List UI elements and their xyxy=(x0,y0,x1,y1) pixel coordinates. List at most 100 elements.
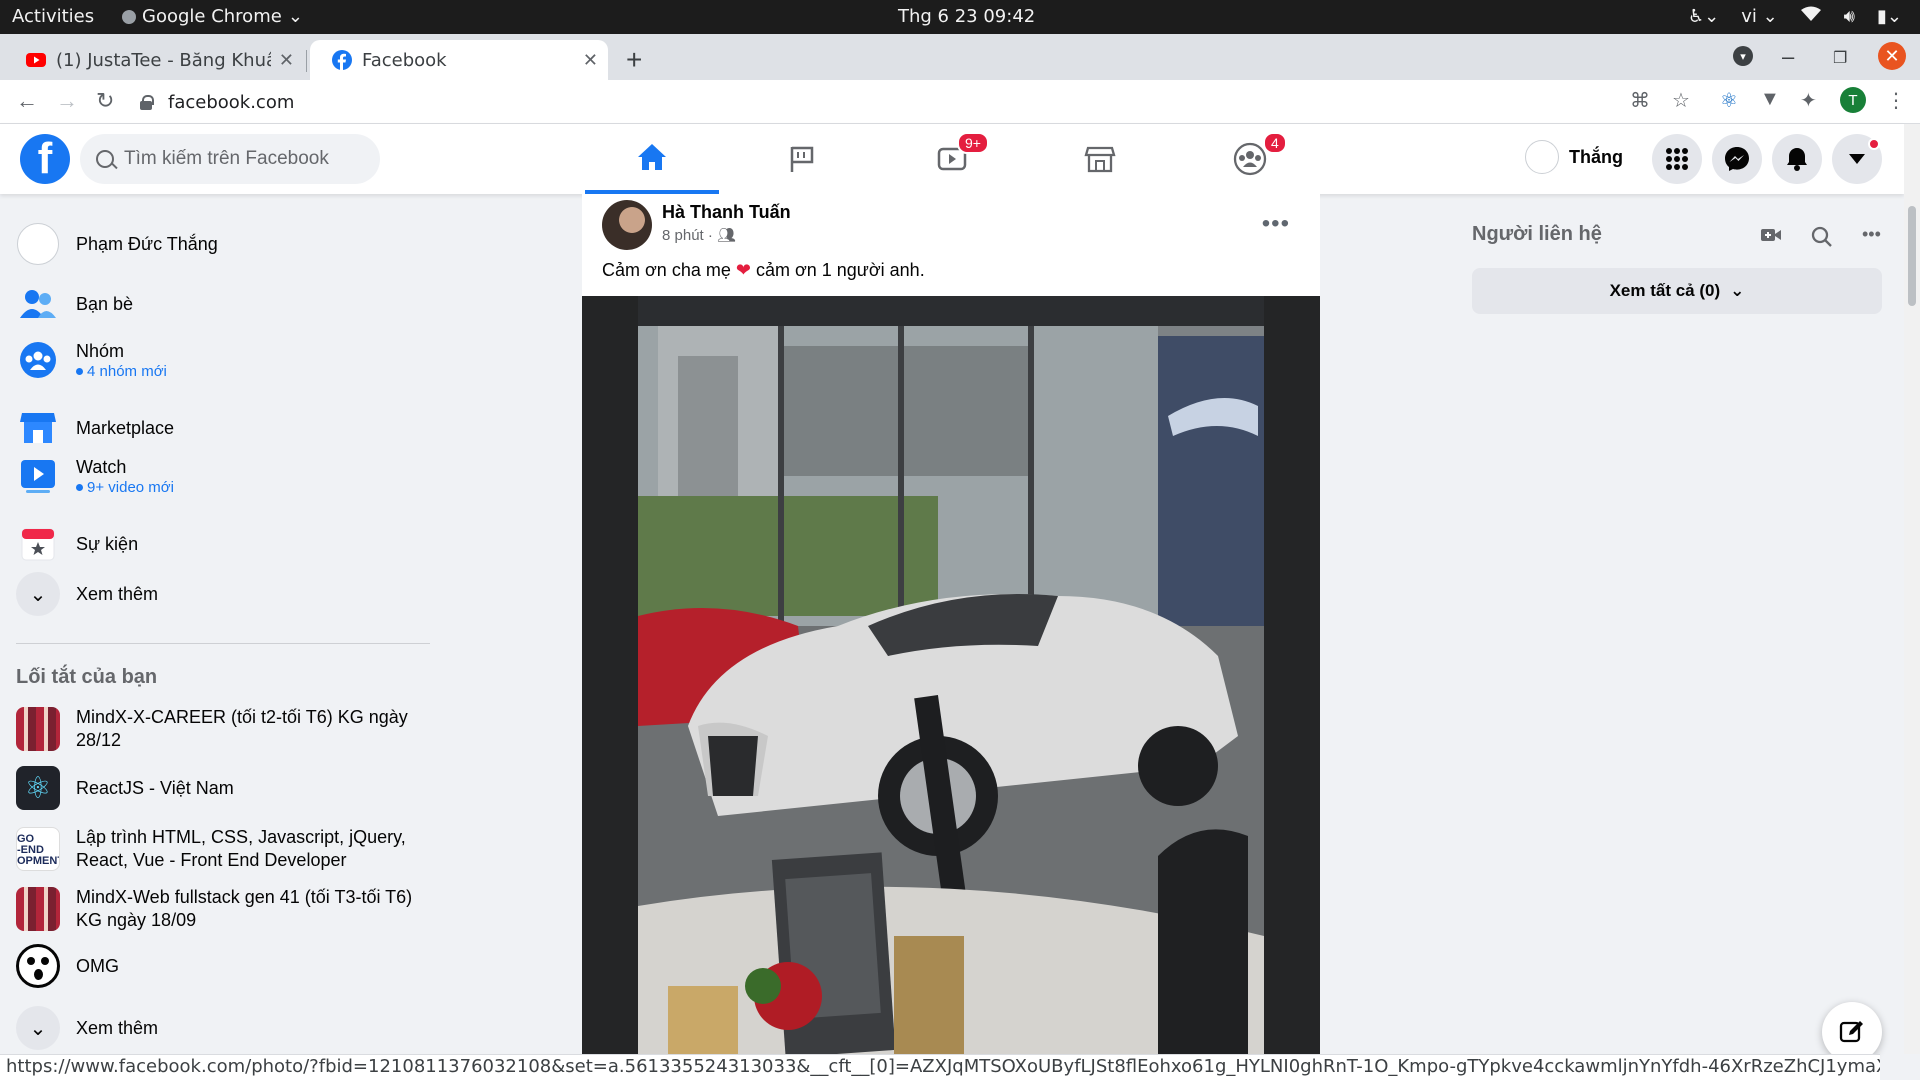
home-icon xyxy=(638,144,666,170)
sidebar-item-groups[interactable]: Nhóm 4 nhóm mới xyxy=(16,338,436,382)
nav-pages[interactable] xyxy=(735,124,869,194)
volume-icon[interactable]: 🔊︎ xyxy=(1844,6,1855,27)
messenger-button[interactable] xyxy=(1712,134,1762,184)
close-tab-icon[interactable]: ✕ xyxy=(583,50,598,71)
forward-icon[interactable]: → xyxy=(56,88,78,114)
sidebar-item-label: Xem thêm xyxy=(76,1017,159,1038)
search-icon xyxy=(96,150,114,168)
battery-icon[interactable]: ▮⌄ xyxy=(1877,6,1902,27)
nav-marketplace[interactable] xyxy=(1033,124,1167,194)
extensions-icon[interactable]: ✦ xyxy=(1800,88,1817,113)
shortcut-item-reactjs[interactable]: ⚛ ReactJS - Việt Nam xyxy=(16,766,436,810)
profile-avatar[interactable]: T xyxy=(1840,87,1866,113)
sidebar-item-subtext: 9+ video mới xyxy=(76,479,174,496)
bookmark-star-icon[interactable]: ☆ xyxy=(1672,88,1690,113)
scrollbar-thumb[interactable] xyxy=(1908,206,1916,306)
search-input[interactable] xyxy=(124,148,354,170)
post-photo-frame xyxy=(582,296,1320,1054)
menu-kebab-icon[interactable]: ⋮ xyxy=(1886,88,1906,113)
sidebar-item-label: Sự kiện xyxy=(76,533,139,554)
tab-title: (1) JustaTee - Băng Khuâng xyxy=(56,49,271,71)
sidebar-subtext-label: 9+ video mới xyxy=(87,479,174,496)
tab-facebook[interactable]: Facebook ✕ xyxy=(310,40,608,80)
app-name: Google Chrome xyxy=(142,6,282,27)
nav-groups[interactable]: 4 xyxy=(1183,124,1317,194)
app-menu[interactable]: Google Chrome ⌄ xyxy=(122,6,303,27)
profile-shortcut[interactable]: Thắng xyxy=(1525,140,1623,174)
translate-icon[interactable]: ⌘ xyxy=(1630,88,1650,113)
new-dot-icon xyxy=(76,484,83,491)
facebook-logo[interactable]: f xyxy=(20,134,70,184)
flag-icon xyxy=(790,146,814,172)
notifications-button[interactable] xyxy=(1772,134,1822,184)
shortcut-item-frontend[interactable]: GO -END OPMENT Lập trình HTML, CSS, Javasc… xyxy=(16,826,436,872)
system-tray[interactable]: ♿︎⌄ vi ⌄ 🔊︎ ▮⌄ xyxy=(1688,6,1902,27)
post-time[interactable]: 8 phút xyxy=(662,227,704,244)
group-thumbnail xyxy=(16,707,60,751)
friends-audience-icon: · 👥︎ xyxy=(707,227,737,244)
react-devtools-icon[interactable]: ⚛ xyxy=(1720,88,1738,113)
post-options-icon[interactable]: ••• xyxy=(1262,210,1290,238)
nav-watch[interactable]: 9+ xyxy=(885,124,1019,194)
url-text[interactable]: facebook.com xyxy=(168,92,294,113)
shortcuts-see-more[interactable]: ⌄ Xem thêm xyxy=(16,1006,436,1050)
facebook-header: f 9+ 4 Thắng xyxy=(0,124,1904,194)
messenger-icon xyxy=(1725,147,1749,171)
lock-icon[interactable] xyxy=(140,95,154,110)
sidebar-item-label: Phạm Đức Thắng xyxy=(76,233,218,254)
link-status-bar: https://www.facebook.com/photo/?fbid=121… xyxy=(0,1054,1880,1080)
facebook-search[interactable] xyxy=(80,134,380,184)
close-tab-icon[interactable]: ✕ xyxy=(279,50,294,71)
sidebar-item-label: Watch xyxy=(76,457,127,477)
new-message-button[interactable] xyxy=(1822,1002,1882,1062)
activities-button[interactable]: Activities xyxy=(12,6,94,27)
nav-home[interactable] xyxy=(585,124,719,194)
minimize-button[interactable]: – xyxy=(1782,44,1794,70)
sidebar-item-marketplace[interactable]: Marketplace xyxy=(16,406,436,450)
marketplace-icon xyxy=(16,406,60,450)
author-avatar[interactable] xyxy=(602,200,652,250)
more-options-icon[interactable]: ••• xyxy=(1862,224,1881,245)
maximize-button[interactable]: ❐ xyxy=(1833,48,1847,68)
sidebar-item-watch[interactable]: Watch 9+ video mới xyxy=(16,454,436,498)
chevron-down-icon: ⌄ xyxy=(1730,281,1745,300)
see-all-contacts-button[interactable]: Xem tất cả (0) ⌄ xyxy=(1472,268,1882,314)
sidebar-item-profile[interactable]: Phạm Đức Thắng xyxy=(16,222,436,266)
sidebar-see-more[interactable]: ⌄ Xem thêm xyxy=(16,572,436,616)
page-scrollbar[interactable] xyxy=(1904,124,1920,1054)
back-icon[interactable]: ← xyxy=(16,88,38,114)
address-bar[interactable]: facebook.com xyxy=(140,86,1640,118)
groups-icon xyxy=(1233,142,1267,176)
group-thumbnail xyxy=(16,887,60,931)
see-all-label: Xem tất cả (0) xyxy=(1609,281,1721,300)
reload-icon[interactable]: ↻ xyxy=(96,88,114,114)
accessibility-icon[interactable]: ♿︎⌄ xyxy=(1688,6,1719,27)
tab-youtube[interactable]: (1) JustaTee - Băng Khuâng ✕ xyxy=(4,40,304,80)
heart-emoji-icon: ❤ xyxy=(735,260,751,280)
menu-button[interactable] xyxy=(1652,134,1702,184)
post-author[interactable]: Hà Thanh Tuấn xyxy=(662,202,791,223)
clock[interactable]: Thg 6 23 09:42 xyxy=(898,6,1035,27)
tab-search-icon[interactable]: ▾ xyxy=(1733,46,1753,66)
wifi-icon[interactable] xyxy=(1800,6,1822,27)
sidebar-item-events[interactable]: Sự kiện xyxy=(16,522,436,566)
groups-badge: 4 xyxy=(1263,132,1287,154)
caret-down-icon xyxy=(1849,154,1865,164)
search-icon[interactable] xyxy=(1811,226,1833,253)
youtube-icon xyxy=(26,53,46,67)
sidebar-item-label: Xem thêm xyxy=(76,583,159,604)
shortcut-label: OMG xyxy=(76,955,119,976)
shortcut-item-mindx-web[interactable]: MindX-Web fullstack gen 41 (tối T3-tối T… xyxy=(16,886,436,932)
close-window-button[interactable]: ✕ xyxy=(1878,42,1906,70)
new-tab-button[interactable]: + xyxy=(626,44,642,76)
vue-devtools-icon[interactable]: ▼ xyxy=(1760,88,1780,111)
account-button[interactable] xyxy=(1832,134,1882,184)
language-indicator[interactable]: vi ⌄ xyxy=(1741,6,1777,27)
new-room-icon[interactable] xyxy=(1760,226,1782,249)
shortcut-item-omg[interactable]: OMG xyxy=(16,944,436,988)
shortcut-label: Lập trình HTML, CSS, Javascript, jQuery,… xyxy=(76,827,406,870)
sidebar-item-friends[interactable]: Bạn bè xyxy=(16,282,436,326)
post-photo[interactable] xyxy=(638,296,1264,1054)
shortcut-item-mindx-career[interactable]: MindX-X-CAREER (tối t2-tối T6) KG ngày 2… xyxy=(16,706,436,752)
friends-icon xyxy=(16,282,60,326)
